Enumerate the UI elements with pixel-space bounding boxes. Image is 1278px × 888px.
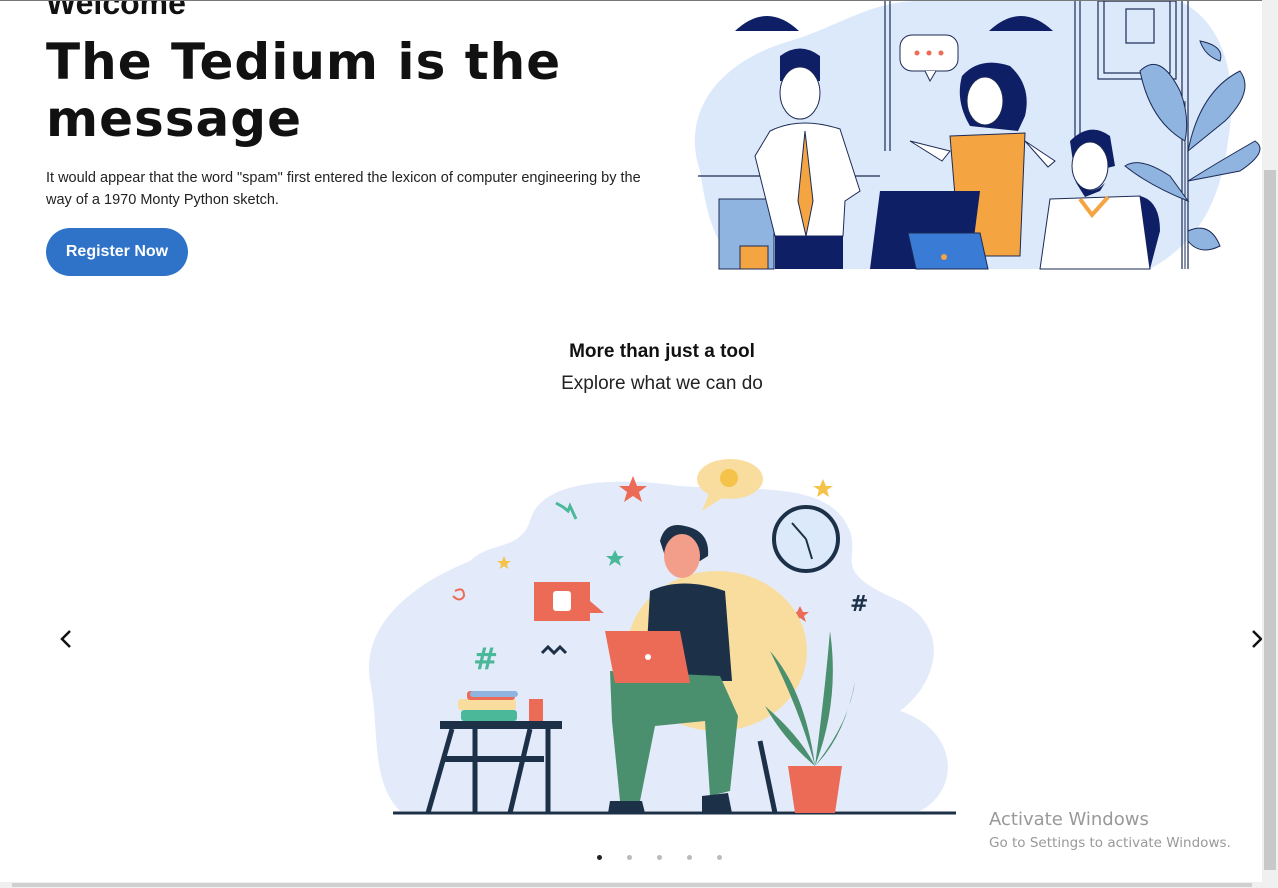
- features-title: More than just a tool: [569, 341, 755, 362]
- activate-windows-watermark: Activate Windows Go to Settings to activ…: [989, 809, 1231, 853]
- watermark-title: Activate Windows: [989, 809, 1149, 830]
- carousel-dot-2[interactable]: [627, 852, 657, 862]
- landing-page: Welcome The Tedium is the message It wou…: [0, 0, 1262, 882]
- svg-text:#: #: [850, 592, 868, 617]
- carousel-prev-button[interactable]: [54, 623, 78, 655]
- carousel-next-button[interactable]: [1245, 623, 1262, 655]
- carousel-dot-1[interactable]: [597, 852, 627, 862]
- hero-title: The Tedium is the message: [46, 33, 562, 148]
- carousel-dot-5[interactable]: [717, 852, 747, 862]
- hero-description: It would appear that the word "spam" fir…: [46, 170, 641, 208]
- chevron-left-icon: [60, 630, 71, 648]
- remote-work-illustration: # #: [368, 459, 956, 815]
- register-now-button[interactable]: Register Now: [46, 228, 188, 276]
- carousel-dot-4[interactable]: [687, 852, 717, 862]
- carousel-indicators: [597, 852, 747, 862]
- vertical-scrollbar-thumb[interactable]: [1264, 170, 1276, 870]
- welcome-heading: Welcome: [46, 0, 186, 21]
- features-subtitle: Explore what we can do: [561, 373, 763, 394]
- watermark-subtitle: Go to Settings to activate Windows.: [989, 835, 1231, 851]
- team-meeting-illustration: [694, 1, 1261, 270]
- horizontal-scrollbar-thumb[interactable]: [12, 883, 1252, 887]
- svg-text:#: #: [473, 642, 498, 677]
- carousel-dot-3[interactable]: [657, 852, 687, 862]
- chevron-right-icon: [1252, 630, 1262, 648]
